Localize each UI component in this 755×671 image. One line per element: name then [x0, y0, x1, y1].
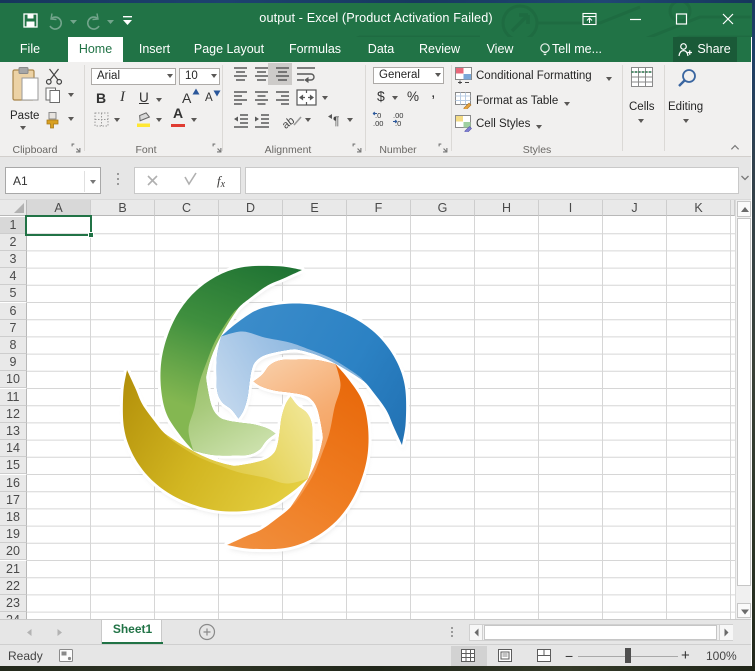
svg-text:¶: ¶	[333, 114, 339, 128]
svg-text:.00: .00	[373, 119, 383, 128]
svg-text:fx: fx	[217, 173, 226, 190]
svg-text:ab: ab	[283, 115, 297, 130]
